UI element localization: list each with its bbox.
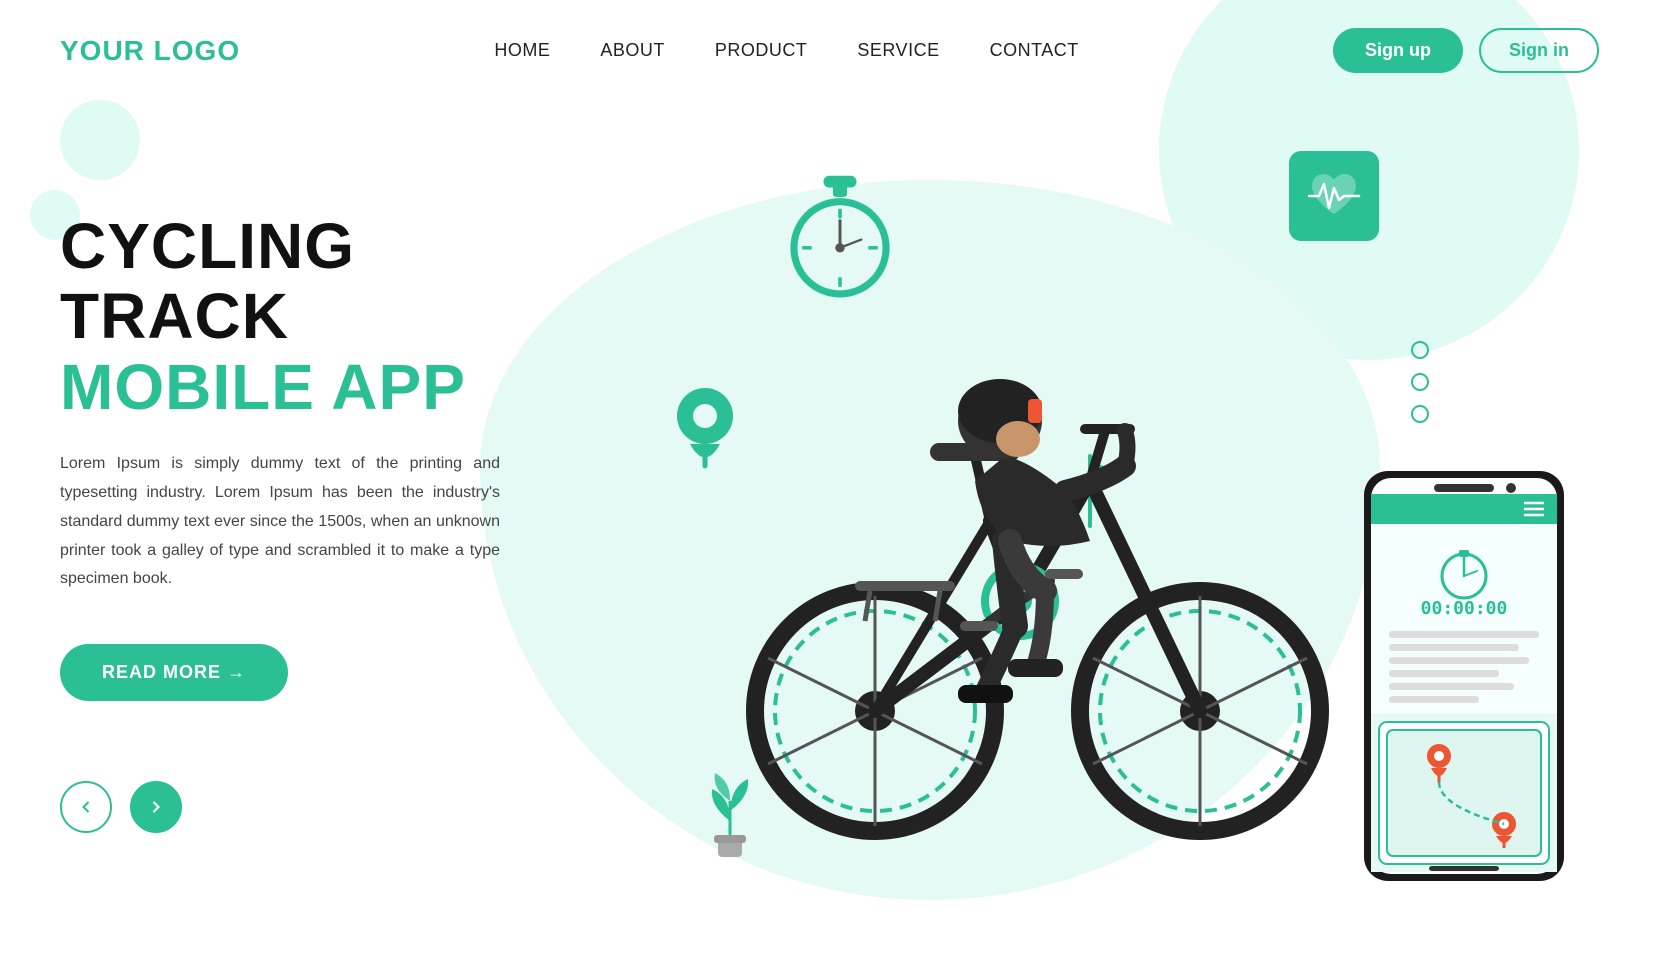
next-arrow-button[interactable]: [130, 781, 182, 833]
nav-buttons: Sign up Sign in: [1333, 28, 1599, 73]
nav-home[interactable]: HOME: [494, 40, 550, 60]
heart-rate-box: [1289, 151, 1379, 241]
heart-ecg-svg: [1304, 166, 1364, 226]
hero-description: Lorem Ipsum is simply dummy text of the …: [60, 450, 500, 594]
arrow-right-icon: [146, 797, 166, 817]
nav-contact[interactable]: CONTACT: [990, 40, 1079, 60]
read-more-button[interactable]: READ MORE →: [60, 644, 288, 701]
signin-button[interactable]: Sign in: [1479, 28, 1599, 73]
navbar: YOUR LOGO HOME ABOUT PRODUCT SERVICE CON…: [0, 0, 1659, 101]
phone-mockup: 00:00:00: [1359, 466, 1569, 891]
logo: YOUR LOGO: [60, 35, 240, 67]
nav-product[interactable]: PRODUCT: [715, 40, 808, 60]
phone-svg: 00:00:00: [1359, 466, 1569, 886]
bike-scene: 00:00:00: [580, 141, 1599, 921]
nav-about[interactable]: ABOUT: [600, 40, 665, 60]
prev-arrow-button[interactable]: [60, 781, 112, 833]
signup-button[interactable]: Sign up: [1333, 28, 1463, 73]
svg-text:00:00:00: 00:00:00: [1421, 598, 1508, 619]
dot-3: [1411, 405, 1429, 423]
hero-title-line1: CYCLING TRACK: [60, 211, 580, 352]
hero-left: CYCLING TRACK MOBILE APP Lorem Ipsum is …: [60, 131, 580, 921]
hero-section: CYCLING TRACK MOBILE APP Lorem Ipsum is …: [0, 101, 1659, 921]
cyclist-svg: [710, 281, 1330, 861]
hero-title-line2: MOBILE APP: [60, 352, 580, 422]
cyclist-illustration: [710, 281, 1330, 866]
dots-decoration: [1411, 341, 1429, 423]
arrow-left-icon: [76, 797, 96, 817]
slide-arrows: [60, 781, 580, 833]
hero-right: 00:00:00: [580, 131, 1599, 921]
heart-rate-icon: [1289, 151, 1379, 241]
dot-1: [1411, 341, 1429, 359]
dot-2: [1411, 373, 1429, 391]
nav-links: HOME ABOUT PRODUCT SERVICE CONTACT: [494, 40, 1078, 61]
nav-service[interactable]: SERVICE: [857, 40, 939, 60]
